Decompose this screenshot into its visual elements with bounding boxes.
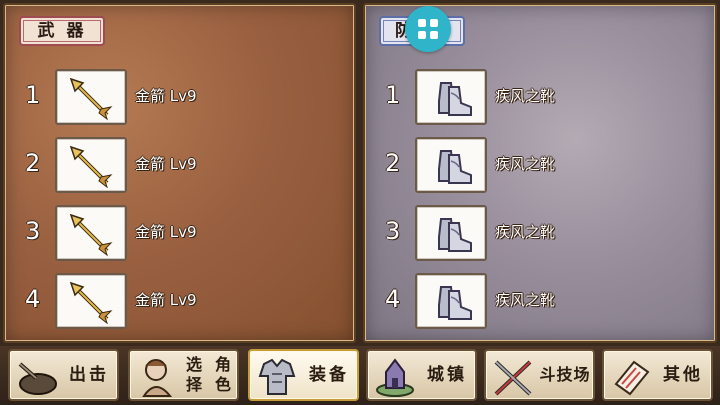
golden-arrow-icon [69,213,113,257]
nav-label: 选择 角色 [180,351,238,399]
slot-number: 1 [25,81,41,109]
armor-name: 疾风之靴 [495,223,556,241]
weapons-panel: 武 器 1 金箭 Lv9 2 金箭 Lv9 3 金箭 Lv9 4 金箭 Lv9 [3,3,356,343]
nav-label: 斗技场 [539,365,591,384]
nav-label: 城镇 [427,365,467,385]
armor-slot[interactable] [415,273,487,329]
weapon-slot[interactable] [55,205,127,261]
weapon-name: 金箭 Lv9 [135,155,197,173]
armor-row[interactable]: 4 疾风之靴 [365,273,715,329]
armor-icon [258,358,296,395]
boots-icon [438,150,472,184]
nav-sortie-button[interactable]: 出击 [8,349,119,401]
armor-slot[interactable] [415,137,487,193]
golden-arrow-icon [69,145,113,189]
weapon-row[interactable]: 2 金箭 Lv9 [5,137,354,193]
town-icon [376,358,414,397]
weapon-slot[interactable] [55,273,127,329]
weapon-name: 金箭 Lv9 [135,223,197,241]
armor-name: 疾风之靴 [495,87,556,105]
slot-number: 2 [385,149,401,177]
armor-row[interactable]: 1 疾风之靴 [365,69,715,125]
nav-other-button[interactable]: 其他 [602,349,713,401]
weapon-row[interactable]: 3 金箭 Lv9 [5,205,354,261]
weapon-name: 金箭 Lv9 [135,87,197,105]
golden-arrow-icon [69,77,113,121]
nav-town-button[interactable]: 城镇 [366,349,477,401]
nav-label-line2: 角色 [214,355,232,394]
armor-row[interactable]: 3 疾风之靴 [365,205,715,261]
crossed-swords-icon [494,360,532,396]
slot-number: 3 [385,217,401,245]
nav-label-line1: 选择 [185,355,203,394]
armor-row[interactable]: 2 疾风之靴 [365,137,715,193]
armor-name: 疾风之靴 [495,291,556,309]
weapon-row[interactable]: 1 金箭 Lv9 [5,69,354,125]
weapon-slot[interactable] [55,137,127,193]
boots-icon [438,218,472,252]
grid-menu-icon[interactable] [405,6,451,52]
nav-select-character-button[interactable]: 选择 角色 [128,349,239,401]
armor-name: 疾风之靴 [495,155,556,173]
golden-arrow-icon [69,281,113,325]
scroll-icon [614,360,650,396]
nav-label: 出击 [69,365,109,385]
slot-number: 4 [25,285,41,313]
weapon-slot[interactable] [55,69,127,125]
armor-slot[interactable] [415,205,487,261]
weapons-tab-label: 武 器 [19,16,105,46]
slot-number: 3 [25,217,41,245]
slot-number: 1 [385,81,401,109]
nav-label: 装备 [309,365,349,385]
slot-number: 2 [25,149,41,177]
armor-panel: 防 1 疾风之靴 2 疾风之靴 3 [363,3,717,343]
bottom-nav-bar: 出击 选择 角色 装备 城镇 斗技场 其他 [0,346,720,405]
nav-arena-button[interactable]: 斗技场 [484,349,595,401]
nav-label: 其他 [663,365,703,385]
weapon-name: 金箭 Lv9 [135,291,197,309]
weapon-row[interactable]: 4 金箭 Lv9 [5,273,354,329]
boots-icon [438,82,472,116]
nav-equipment-button[interactable]: 装备 [248,349,359,401]
slot-number: 4 [385,285,401,313]
armor-slot[interactable] [415,69,487,125]
character-icon [142,359,173,397]
boots-icon [438,286,472,320]
sortie-icon [18,362,57,395]
